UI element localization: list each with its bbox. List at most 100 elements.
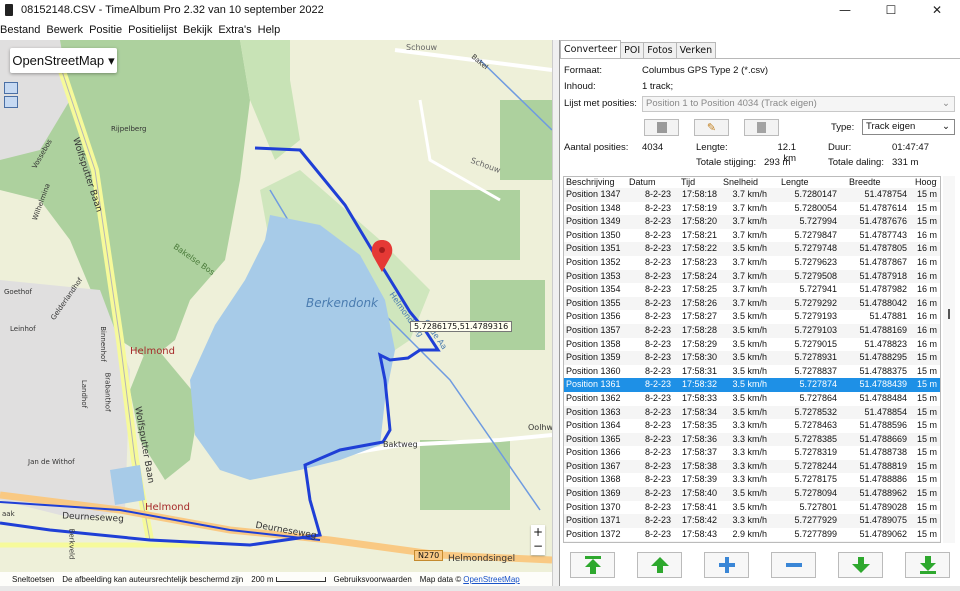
maximize-button[interactable]: ☐ [868, 0, 914, 20]
table-row[interactable]: Position 1362 8-2-23 17:58:33 3.5 km/h 5.727… [564, 392, 940, 406]
add-button[interactable] [704, 552, 749, 578]
cell-time: 17:58:29 [681, 338, 717, 349]
coordinate-tooltip: 5.7286175,51.4789316 [410, 321, 513, 332]
panel-splitter[interactable] [552, 40, 559, 586]
zoom-out-button[interactable]: − [531, 539, 545, 553]
col-latitude[interactable]: Breedte [837, 177, 907, 188]
cell-speed: 3.3 km/h [732, 447, 767, 458]
table-row[interactable]: Position 1363 8-2-23 17:58:34 3.5 km/h 5.727… [564, 405, 940, 420]
table-row[interactable]: Position 1360 8-2-23 17:58:31 3.5 km/h 5.727… [564, 365, 940, 379]
move-to-top-button[interactable] [570, 552, 615, 578]
move-down-button[interactable] [838, 552, 883, 578]
osm-link[interactable]: OpenStreetMap [463, 575, 519, 584]
table-row[interactable]: Position 1370 8-2-23 17:58:41 3.5 km/h 5.727… [564, 501, 940, 515]
table-row[interactable]: Position 1353 8-2-23 17:58:24 3.7 km/h 5.727… [564, 269, 940, 284]
col-speed[interactable]: Snelheid [717, 177, 767, 188]
delete-button[interactable] [644, 119, 679, 136]
table-row[interactable]: Position 1348 8-2-23 17:58:19 3.7 km/h 5.728… [564, 202, 940, 216]
subtract-button[interactable] [771, 552, 816, 578]
remove-button[interactable] [744, 119, 779, 136]
keyboard-shortcuts-link[interactable]: Sneltoetsen [12, 575, 54, 584]
table-row[interactable]: Position 1347 8-2-23 17:58:18 3.7 km/h 5.728… [564, 188, 940, 202]
cell-speed: 3.5 km/h [732, 324, 767, 335]
cell-speed: 3.3 km/h [732, 433, 767, 444]
table-row[interactable]: Position 1364 8-2-23 17:58:35 3.3 km/h 5.727… [564, 419, 940, 433]
menu-bewerk[interactable]: Bewerk [46, 24, 86, 36]
tab-verken[interactable]: Verken [675, 42, 717, 59]
scrollbar-thumb[interactable] [948, 309, 950, 319]
table-row[interactable]: Position 1355 8-2-23 17:58:26 3.7 km/h 5.727… [564, 296, 940, 311]
cell-date: 8-2-23 [644, 501, 671, 512]
table-row[interactable]: Position 1372 8-2-23 17:58:43 2.9 km/h 5.727… [564, 528, 940, 542]
type-select[interactable]: Track eigen ⌄ [862, 119, 955, 135]
cell-latitude: 51.4788042 [859, 297, 907, 308]
table-row[interactable]: Position 1359 8-2-23 17:58:30 3.5 km/h 5.727… [564, 351, 940, 365]
cell-date: 8-2-23 [644, 352, 671, 363]
map-label-helmond2: Helmond [145, 502, 190, 513]
cell-speed: 3.7 km/h [732, 229, 767, 240]
close-button[interactable]: ✕ [914, 0, 960, 20]
type-label: Type: [831, 122, 855, 133]
col-date[interactable]: Datum [626, 177, 671, 188]
zoom-in-button[interactable]: + [531, 525, 545, 539]
col-length[interactable]: Lengte [767, 177, 837, 188]
cell-length: 5.7280054 [794, 202, 837, 213]
table-row[interactable]: Position 1366 8-2-23 17:58:37 3.3 km/h 5.727… [564, 446, 940, 460]
table-row[interactable]: Position 1368 8-2-23 17:58:39 3.3 km/h 5.727… [564, 473, 940, 487]
table-row[interactable]: Position 1369 8-2-23 17:58:40 3.5 km/h 5.727… [564, 487, 940, 501]
map-label-binnenhof: Binnenhof [98, 326, 107, 362]
table-row[interactable]: Position 1358 8-2-23 17:58:29 3.5 km/h 5.727… [564, 338, 940, 352]
table-row[interactable]: Position 1352 8-2-23 17:58:23 3.7 km/h 5.727… [564, 256, 940, 270]
cell-time: 17:58:36 [681, 433, 717, 444]
menu-positielijst[interactable]: Positielijst [128, 24, 180, 36]
col-time[interactable]: Tijd [671, 177, 717, 188]
tab-poi[interactable]: POI [620, 42, 645, 59]
tab-fotos[interactable]: Fotos [643, 42, 677, 59]
cell-speed: 3.3 km/h [732, 460, 767, 471]
menu-extras[interactable]: Extra's [218, 24, 254, 36]
positions-table[interactable]: Beschrijving Datum Tijd Snelheid Lengte … [563, 176, 941, 543]
table-row[interactable]: Position 1365 8-2-23 17:58:36 3.3 km/h 5.727… [564, 432, 940, 447]
col-description[interactable]: Beschrijving [564, 177, 626, 188]
cell-date: 8-2-23 [644, 474, 671, 485]
cell-date: 8-2-23 [644, 515, 671, 526]
move-up-button[interactable] [637, 552, 682, 578]
plus-icon [718, 557, 735, 573]
cell-date: 8-2-23 [644, 243, 671, 254]
cell-length: 5.7277929 [794, 515, 837, 526]
cell-description: Position 1365 [566, 433, 621, 444]
menu-bekijk[interactable]: Bekijk [183, 24, 215, 36]
table-row[interactable]: Position 1356 8-2-23 17:58:27 3.5 km/h 5.727… [564, 310, 940, 324]
position-list-select[interactable]: Position 1 to Position 4034 (Track eigen… [642, 96, 955, 112]
arrow-to-top-icon [584, 556, 601, 574]
menu-positie[interactable]: Positie [89, 24, 125, 36]
map-label-brabanthof: Brabanthof [103, 372, 112, 412]
edit-button[interactable]: ✎ [694, 119, 729, 136]
table-row[interactable]: Position 1357 8-2-23 17:58:28 3.5 km/h 5.727… [564, 323, 940, 338]
table-scrollbar[interactable] [943, 176, 955, 543]
cell-time: 17:58:42 [681, 515, 717, 526]
menu-bestand[interactable]: Bestand [0, 24, 43, 36]
map-type-selector[interactable]: OpenStreetMap ▾ [10, 48, 117, 73]
cell-time: 17:58:33 [681, 392, 717, 403]
move-to-bottom-button[interactable] [905, 552, 950, 578]
table-row[interactable]: Position 1361 8-2-23 17:58:32 3.5 km/h 5.727… [564, 378, 940, 392]
chevron-down-icon: ⌄ [942, 98, 950, 109]
tab-converteer[interactable]: Converteer [560, 40, 622, 59]
zoom-tool-icon[interactable] [4, 82, 18, 94]
measure-tool-icon[interactable] [4, 96, 18, 108]
col-altitude[interactable]: Hoogte [907, 177, 937, 188]
cell-latitude: 51.4789075 [859, 515, 907, 526]
cell-altitude: 16 m [916, 256, 937, 267]
table-row[interactable]: Position 1351 8-2-23 17:58:22 3.5 km/h 5.727… [564, 242, 940, 256]
table-row[interactable]: Position 1367 8-2-23 17:58:38 3.3 km/h 5.727… [564, 459, 940, 474]
menu-help[interactable]: Help [258, 24, 284, 36]
table-row[interactable]: Position 1354 8-2-23 17:58:25 3.7 km/h 5.727… [564, 283, 940, 297]
terms-link[interactable]: Gebruiksvoorwaarden [334, 575, 412, 584]
minimize-button[interactable]: — [822, 0, 868, 20]
table-row[interactable]: Position 1350 8-2-23 17:58:21 3.7 km/h 5.727… [564, 229, 940, 243]
table-row[interactable]: Position 1349 8-2-23 17:58:20 3.7 km/h 5.727… [564, 215, 940, 229]
table-row[interactable]: Position 13738-2-2317:58:442.2 km/h5.727… [564, 541, 940, 542]
map-view[interactable]: OpenStreetMap ▾ Berkendonk Helmond Helmo… [0, 40, 552, 586]
table-row[interactable]: Position 1371 8-2-23 17:58:42 3.3 km/h 5.727… [564, 514, 940, 528]
